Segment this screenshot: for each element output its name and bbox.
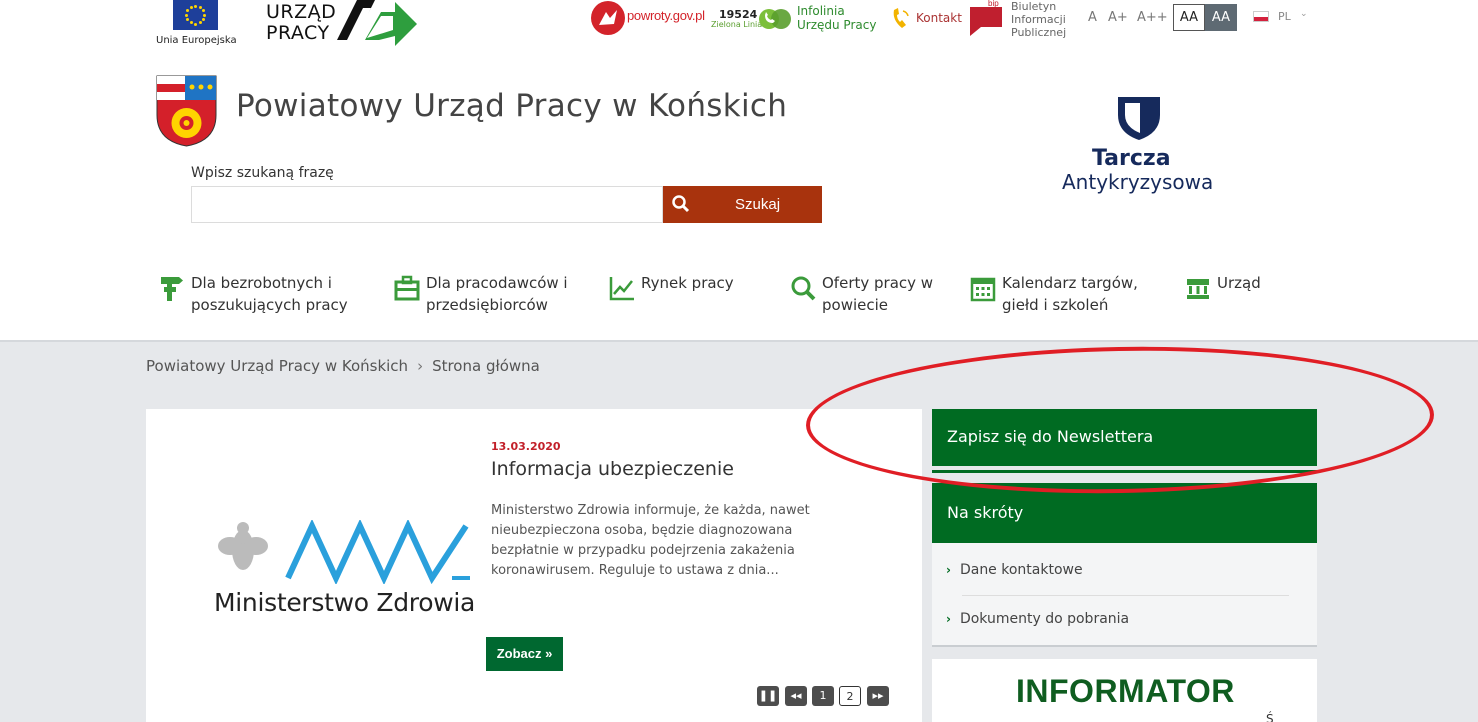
language-select[interactable]: PL — [1278, 10, 1291, 23]
zielona-linia-label: Zielona Linia — [711, 20, 763, 29]
read-more-button[interactable]: Zobacz » — [486, 637, 563, 671]
nav-label: Kalendarz targów, — [1002, 274, 1138, 292]
search-icon — [672, 195, 690, 213]
shortcut-dokumenty[interactable]: › Dokumenty do pobrania — [946, 611, 1129, 627]
bip-line1: Biuletyn — [1011, 0, 1057, 13]
font-size-large-button[interactable]: A++ — [1137, 10, 1168, 25]
news-excerpt: Ministerstwo Zdrowia informuje, że każda… — [491, 503, 810, 578]
urzad-pracy-logo-icon[interactable] — [337, 0, 419, 48]
contrast-normal-button[interactable]: AA — [1173, 4, 1205, 31]
nav-label: Urząd — [1217, 274, 1261, 292]
slider-page-2-button[interactable]: 2 — [839, 686, 861, 706]
search-button[interactable]: Szukaj — [663, 186, 822, 223]
tarcza-subtitle[interactable]: Antykryzysowa — [1062, 170, 1213, 194]
slider-prev-button[interactable]: ◂◂ — [785, 686, 807, 706]
nav-item-kalendarz[interactable]: Kalendarz targów, giełd i szkoleń — [969, 272, 1138, 316]
bip-line2: Informacji — [1011, 13, 1066, 26]
eu-star-icon — [201, 9, 205, 12]
briefcase-icon — [394, 275, 420, 301]
font-size-medium-button[interactable]: A+ — [1108, 10, 1128, 25]
bip-line3: Publicznej — [1011, 26, 1067, 39]
informator-title: INFORMATOR — [1016, 673, 1235, 709]
phone-icon[interactable] — [891, 7, 911, 31]
eu-star-icon — [186, 9, 190, 12]
slider-next-button[interactable]: ▸▸ — [867, 686, 889, 706]
nav-label: giełd i szkoleń — [1002, 296, 1109, 314]
breadcrumb-current: Strona główna — [432, 357, 540, 375]
eu-label: Unia Europejska — [156, 35, 237, 46]
nav-label: Dla bezrobotnych i — [191, 274, 332, 292]
search-button-label: Szukaj — [735, 196, 781, 213]
up-line2: PRACY — [266, 22, 330, 44]
site-title[interactable]: Powiatowy Urząd Pracy w Końskich — [236, 88, 787, 124]
chevron-down-icon[interactable]: ⌄ — [1300, 9, 1308, 19]
nav-item-oferty-pracy[interactable]: Oferty pracy w powiecie — [789, 272, 933, 316]
eu-star-icon — [198, 5, 202, 9]
infolinia-line2: Urzędu Pracy — [797, 18, 877, 32]
bip-link[interactable]: Biuletyn Informacji Publicznej — [1011, 0, 1066, 39]
search-icon — [791, 276, 816, 301]
infolinia-line1: Infolinia — [797, 4, 845, 18]
shortcut-divider — [962, 595, 1289, 596]
nav-item-urzad[interactable]: Urząd — [1184, 272, 1261, 302]
nav-label: Dla pracodawców i — [426, 274, 568, 292]
powroty-icon[interactable] — [590, 0, 626, 36]
pl-flag-icon[interactable] — [1253, 11, 1269, 22]
phone-bubble-icon[interactable] — [758, 8, 792, 30]
shortcut-dane-kontaktowe[interactable]: › Dane kontaktowe — [946, 562, 1083, 578]
chevron-right-icon: › — [946, 563, 951, 577]
font-size-normal-button[interactable]: A — [1088, 10, 1097, 25]
eu-star-icon — [189, 21, 193, 25]
search-label: Wpisz szukaną frazę — [191, 165, 334, 181]
shortcut-label: Dokumenty do pobrania — [959, 611, 1130, 627]
eu-star-icon — [194, 22, 197, 26]
eu-star-icon — [203, 13, 206, 17]
eu-flag-icon[interactable] — [173, 0, 218, 30]
ministerstwo-zdrowia-text: Ministerstwo Zdrowia — [214, 588, 476, 617]
nav-item-bezrobotni[interactable]: Dla bezrobotnych i poszukujących pracy — [158, 272, 348, 316]
ministerstwo-zdrowia-logo-icon[interactable] — [214, 520, 474, 584]
bip-icon[interactable]: bip — [970, 0, 1002, 36]
breadcrumb: Powiatowy Urząd Pracy w Końskich › Strona … — [146, 357, 540, 375]
up-line1: URZĄD — [266, 1, 337, 23]
eu-star-icon — [185, 13, 188, 17]
nav-label: Oferty pracy w — [822, 274, 934, 292]
breadcrumb-separator: › — [417, 357, 424, 375]
signpost-icon — [161, 277, 183, 301]
shortcuts-list: › Dane kontaktowe › Dokumenty do pobrania — [932, 543, 1317, 647]
nav-label: powiecie — [822, 296, 889, 314]
shield-icon[interactable] — [1116, 95, 1162, 141]
nav-label: poszukujących pracy — [191, 296, 348, 314]
building-icon — [1187, 279, 1209, 299]
eu-star-icon — [189, 5, 193, 9]
eu-star-icon — [198, 21, 202, 25]
search-input[interactable] — [191, 186, 663, 223]
kontakt-link[interactable]: Kontakt — [916, 11, 962, 25]
nav-label: przedsiębiorców — [426, 296, 548, 314]
slider-pause-button[interactable]: ❚❚ — [757, 686, 779, 706]
calendar-icon — [970, 277, 996, 302]
eu-star-icon — [201, 18, 205, 21]
urzad-pracy-logo-text[interactable]: URZĄD PRACY — [266, 2, 336, 44]
news-title[interactable]: Informacja ubezpieczenie — [491, 458, 734, 480]
informator-subtitle-fragment: Ś — [1266, 712, 1274, 722]
slider-page-1-button[interactable]: 1 — [812, 686, 834, 706]
contrast-high-button[interactable]: AA — [1205, 4, 1237, 31]
eu-star-icon — [186, 18, 190, 21]
infolinia-link[interactable]: Infolinia Urzędu Pracy — [797, 4, 876, 32]
chevron-right-icon: › — [946, 612, 951, 626]
news-date: 13.03.2020 — [491, 440, 561, 453]
nav-item-rynek-pracy[interactable]: Rynek pracy — [608, 272, 734, 302]
eu-star-icon — [194, 4, 197, 8]
chart-line-icon — [609, 277, 634, 301]
nav-label: Rynek pracy — [641, 274, 734, 292]
shortcut-label: Dane kontaktowe — [959, 562, 1083, 578]
nav-item-pracodawcy[interactable]: Dla pracodawców i przedsiębiorców — [393, 272, 568, 316]
bip-icon-text: bip — [988, 0, 999, 8]
breadcrumb-home-link[interactable]: Powiatowy Urząd Pracy w Końskich — [146, 357, 408, 375]
powroty-link[interactable]: powroty.gov.pl — [627, 8, 705, 23]
coat-of-arms-icon[interactable] — [156, 75, 217, 147]
tarcza-title[interactable]: Tarcza — [1092, 146, 1171, 171]
